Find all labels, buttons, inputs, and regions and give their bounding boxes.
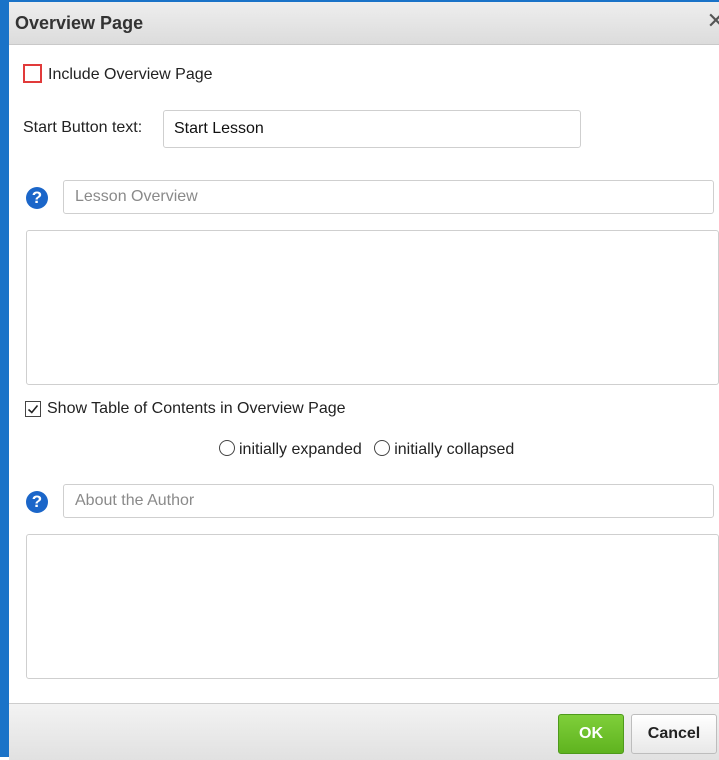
radio-initially-collapsed-label[interactable]: initially collapsed — [394, 441, 514, 458]
dialog-titlebar: Overview Page ✕ — [9, 2, 719, 45]
about-author-textarea[interactable] — [26, 534, 719, 679]
lesson-overview-title-input[interactable] — [63, 180, 714, 214]
overview-page-dialog: Overview Page ✕ Include Overview Page St… — [0, 0, 719, 760]
lesson-overview-textarea[interactable] — [26, 230, 719, 385]
dialog-title: Overview Page — [15, 13, 144, 33]
dialog-footer: OK Cancel — [9, 703, 719, 760]
radio-initially-expanded-label[interactable]: initially expanded — [239, 441, 362, 458]
show-toc-checkbox[interactable] — [25, 401, 41, 417]
include-overview-label[interactable]: Include Overview Page — [48, 66, 213, 84]
show-toc-label[interactable]: Show Table of Contents in Overview Page — [47, 400, 346, 418]
start-button-text-input[interactable] — [163, 110, 581, 148]
about-author-title-input[interactable] — [63, 484, 714, 518]
cancel-button[interactable]: Cancel — [631, 714, 717, 754]
close-icon[interactable]: ✕ — [707, 10, 719, 32]
help-icon[interactable]: ? — [26, 187, 48, 209]
radio-initially-collapsed[interactable]: initially collapsed — [374, 440, 514, 459]
radio-initially-expanded[interactable]: initially expanded — [219, 440, 362, 459]
radio-circle-icon[interactable] — [374, 440, 391, 456]
checkmark-icon — [27, 404, 39, 414]
toc-expansion-radio-group: initially expanded initially collapsed — [219, 440, 522, 464]
radio-circle-icon[interactable] — [219, 440, 235, 456]
start-button-text-label: Start Button text: — [23, 119, 143, 136]
include-overview-checkbox[interactable] — [23, 64, 42, 83]
help-icon[interactable]: ? — [26, 491, 48, 513]
ok-button[interactable]: OK — [558, 714, 624, 754]
